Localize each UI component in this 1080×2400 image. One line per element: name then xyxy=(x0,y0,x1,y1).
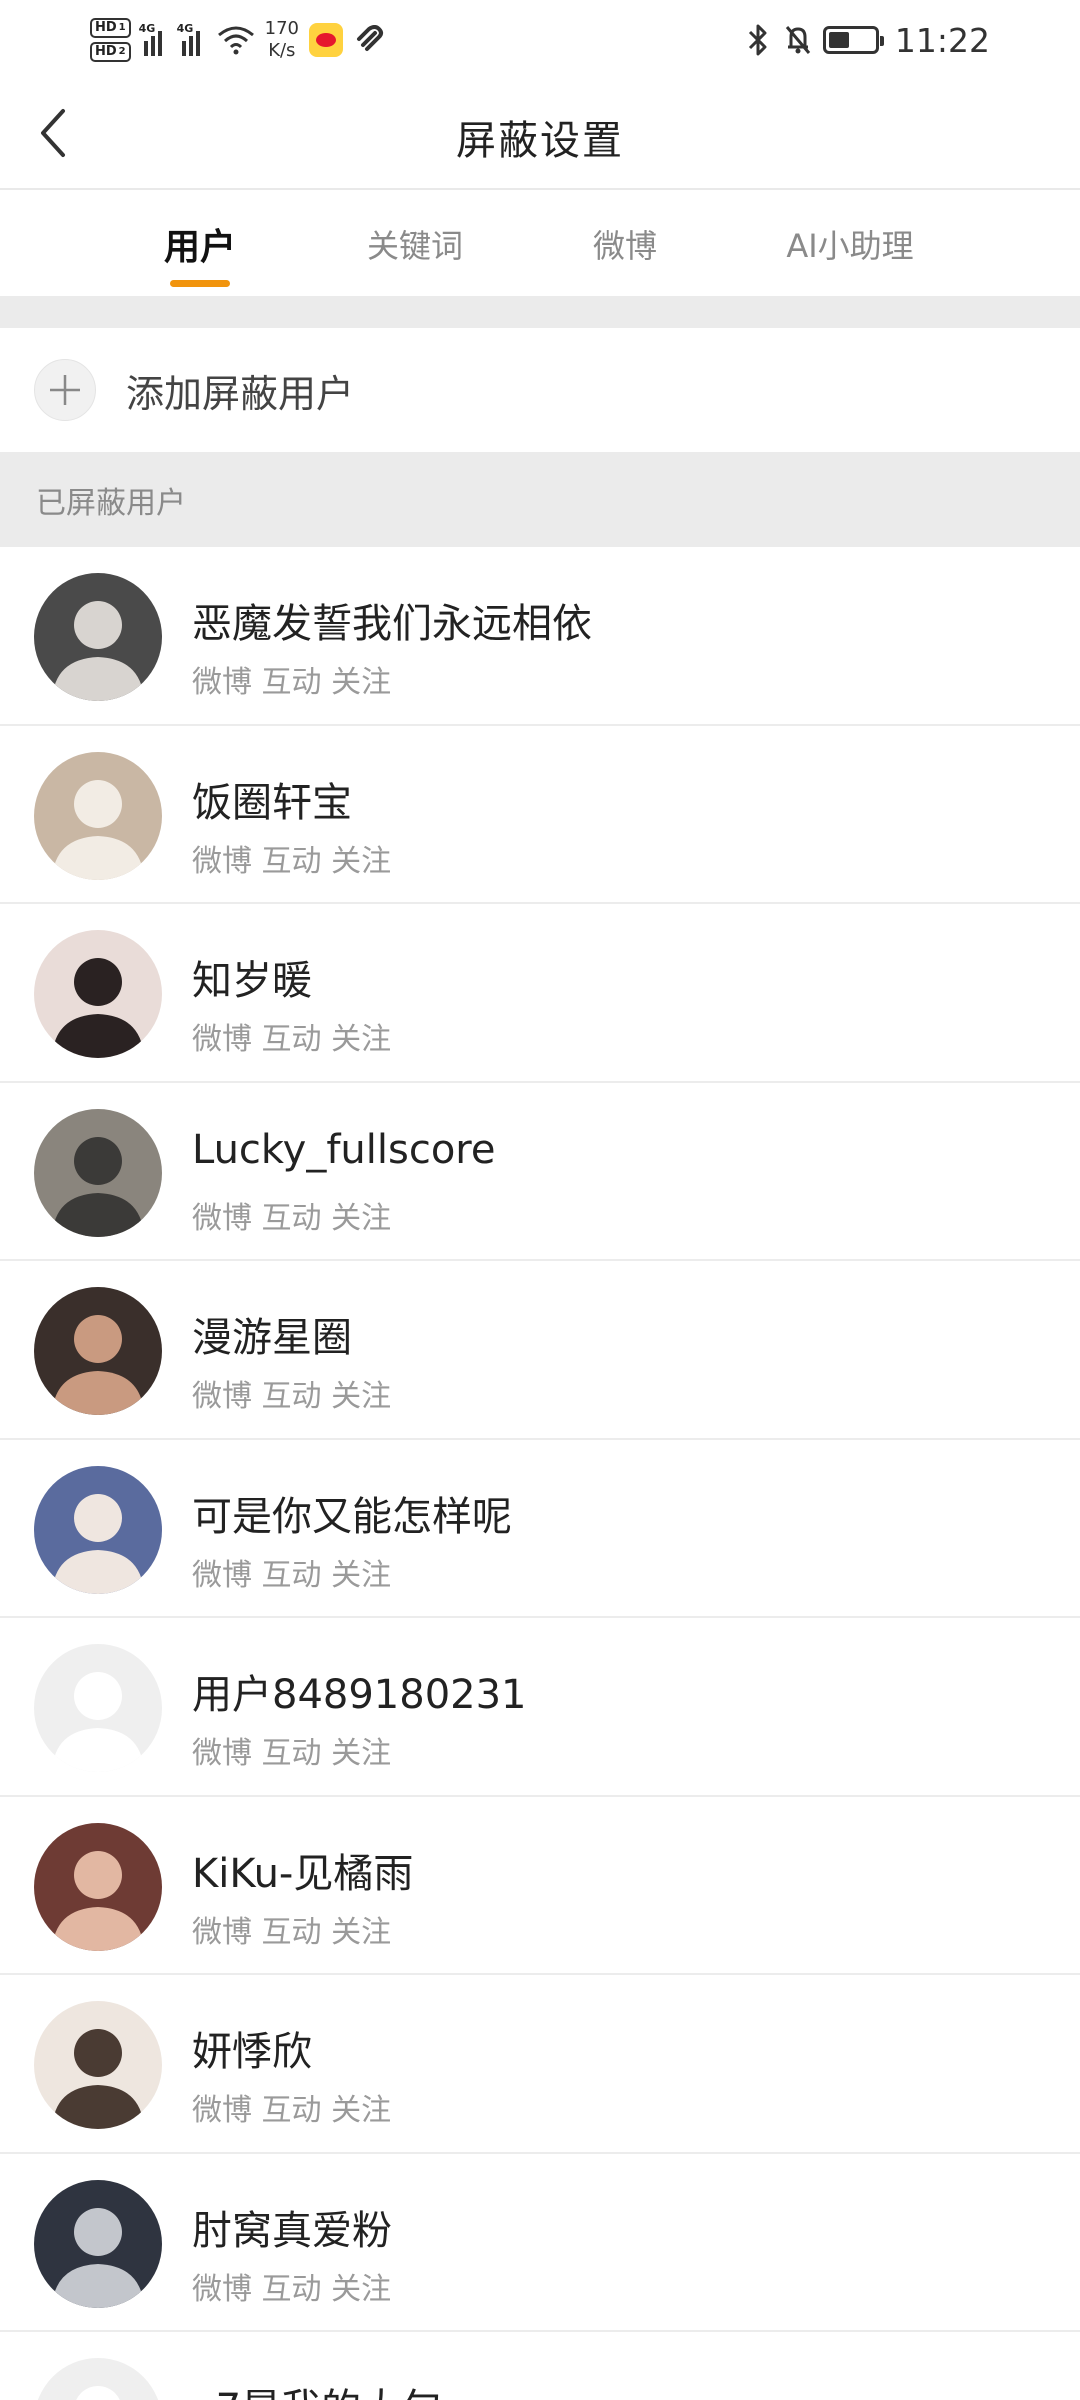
hd1-icon: HD 1 xyxy=(90,18,131,38)
block-scope-text: 微博 互动 关注 xyxy=(192,1736,392,1771)
speed-value: 170 xyxy=(264,18,299,39)
speed-unit: K/s xyxy=(268,40,296,61)
hd2-sub: 2 xyxy=(118,46,126,57)
notifications-off-icon xyxy=(785,26,811,54)
user-name: KiKu-见橘雨 xyxy=(192,1850,414,1897)
hd2-icon: HD 2 xyxy=(90,42,131,62)
blocked-user-row[interactable]: v7是我的大勾 xyxy=(0,2332,1080,2400)
avatar[interactable] xyxy=(34,2179,162,2308)
battery-icon xyxy=(822,26,884,54)
hd-indicators: HD 1 HD 2 xyxy=(90,18,131,62)
avatar[interactable] xyxy=(34,1108,162,1237)
avatar[interactable] xyxy=(34,2001,162,2129)
avatar[interactable] xyxy=(34,1822,162,1951)
user-name: Lucky_fullscore xyxy=(192,1126,496,1173)
battery-fill xyxy=(828,32,849,48)
block-scope-text: 微博 互动 关注 xyxy=(192,2093,392,2128)
block-scope-text: 微博 互动 关注 xyxy=(192,843,392,879)
screen: HD 1 HD 2 4G 4G 170 K/s 11:22 屏蔽设置 用户 关键… xyxy=(0,0,1080,2400)
heart-app-icon xyxy=(357,25,383,51)
plus-icon xyxy=(34,359,96,421)
block-scope-text: 微博 互动 关注 xyxy=(192,1914,392,1950)
user-name: 用户8489180231 xyxy=(192,1672,527,1718)
block-scope-text: 微博 互动 关注 xyxy=(192,665,392,700)
block-scope-text: 微博 互动 关注 xyxy=(192,1200,392,1236)
signal-icon-2: 4G xyxy=(176,22,207,56)
header: 屏蔽设置 xyxy=(0,80,1080,190)
blocked-user-row[interactable]: 漫游星圈微博 互动 关注 xyxy=(0,1261,1080,1440)
user-name: 肘窝真爱粉 xyxy=(192,2207,392,2254)
blocked-user-row[interactable]: Lucky_fullscore 微博 互动 关注 xyxy=(0,1083,1080,1261)
weibo-notification-icon xyxy=(309,23,343,57)
blocked-users-section-header: 已屏蔽用户 xyxy=(0,452,1080,547)
net-type-2: 4G xyxy=(176,22,194,35)
network-speed: 170 K/s xyxy=(265,18,299,62)
avatar[interactable] xyxy=(34,751,162,880)
divider-band xyxy=(0,296,1080,328)
add-user-label: 添加屏蔽用户 xyxy=(126,371,355,416)
tab-ai-assistant[interactable]: AI小助理 xyxy=(765,192,935,296)
blocked-user-row[interactable]: 可是你又能怎样呢微博 互动 关注 xyxy=(0,1440,1080,1618)
status-bar: HD 1 HD 2 4G 4G 170 K/s 11:22 xyxy=(0,0,1080,80)
blocked-user-row[interactable]: 用户8489180231 微博 互动 关注 xyxy=(0,1618,1080,1797)
blocked-user-row[interactable]: KiKu-见橘雨微博 互动 关注 xyxy=(0,1797,1080,1975)
add-blocked-user-button[interactable]: 添加屏蔽用户 xyxy=(0,328,1080,452)
user-name: v7是我的大勾 xyxy=(192,2376,441,2400)
bluetooth-icon xyxy=(748,24,767,56)
section-title: 已屏蔽用户 xyxy=(36,485,186,521)
user-name: 知岁暖 xyxy=(192,958,312,1004)
user-name: 妍悸欣 xyxy=(192,2029,312,2075)
net-type-1: 4G xyxy=(138,22,156,35)
avatar[interactable] xyxy=(34,2358,162,2400)
signal-icon-1: 4G xyxy=(138,22,169,56)
block-scope-text: 微博 互动 关注 xyxy=(192,1022,392,1057)
tab-active-indicator xyxy=(170,280,230,287)
clock: 11:22 xyxy=(894,20,990,60)
avatar[interactable] xyxy=(34,1287,162,1415)
blocked-user-row[interactable]: 饭圈轩宝微博 互动 关注 xyxy=(0,726,1080,904)
page-title: 屏蔽设置 xyxy=(456,118,624,164)
user-name: 可是你又能怎样呢 xyxy=(192,1493,512,1540)
tab-weibo[interactable]: 微博 xyxy=(560,192,690,296)
blocked-user-row[interactable]: 知岁暖微博 互动 关注 xyxy=(0,904,1080,1083)
blocked-user-row[interactable]: 恶魔发誓我们永远相依微博 互动 关注 xyxy=(0,547,1080,726)
avatar[interactable] xyxy=(34,573,162,701)
avatar[interactable] xyxy=(34,1465,162,1594)
user-name: 漫游星圈 xyxy=(192,1315,352,1361)
block-scope-text: 微博 互动 关注 xyxy=(192,2271,392,2307)
avatar[interactable] xyxy=(34,1644,162,1772)
block-scope-text: 微博 互动 关注 xyxy=(192,1557,392,1593)
status-right: 11:22 xyxy=(743,21,990,60)
hd1-sub: 1 xyxy=(118,22,126,33)
avatar[interactable] xyxy=(34,930,162,1058)
tab-bar: 用户 关键词 微博 AI小助理 xyxy=(0,192,1080,296)
user-name: 饭圈轩宝 xyxy=(192,779,352,826)
blocked-user-row[interactable]: 妍悸欣微博 互动 关注 xyxy=(0,1975,1080,2154)
blocked-user-row[interactable]: 肘窝真爱粉微博 互动 关注 xyxy=(0,2154,1080,2332)
hd1-label: HD xyxy=(95,20,117,35)
wifi-icon xyxy=(217,26,254,55)
status-left: HD 1 HD 2 4G 4G 170 K/s xyxy=(90,18,387,62)
blocked-user-list: 恶魔发誓我们永远相依 微博 互动 关注 饭圈轩宝 微博 互动 关注 知岁暖 微博 互动 关… xyxy=(0,547,1080,2400)
hd2-label: HD xyxy=(95,44,117,59)
user-name: 恶魔发誓我们永远相依 xyxy=(192,601,592,647)
block-scope-text: 微博 互动 关注 xyxy=(192,1379,392,1414)
tab-keywords[interactable]: 关键词 xyxy=(345,192,485,296)
